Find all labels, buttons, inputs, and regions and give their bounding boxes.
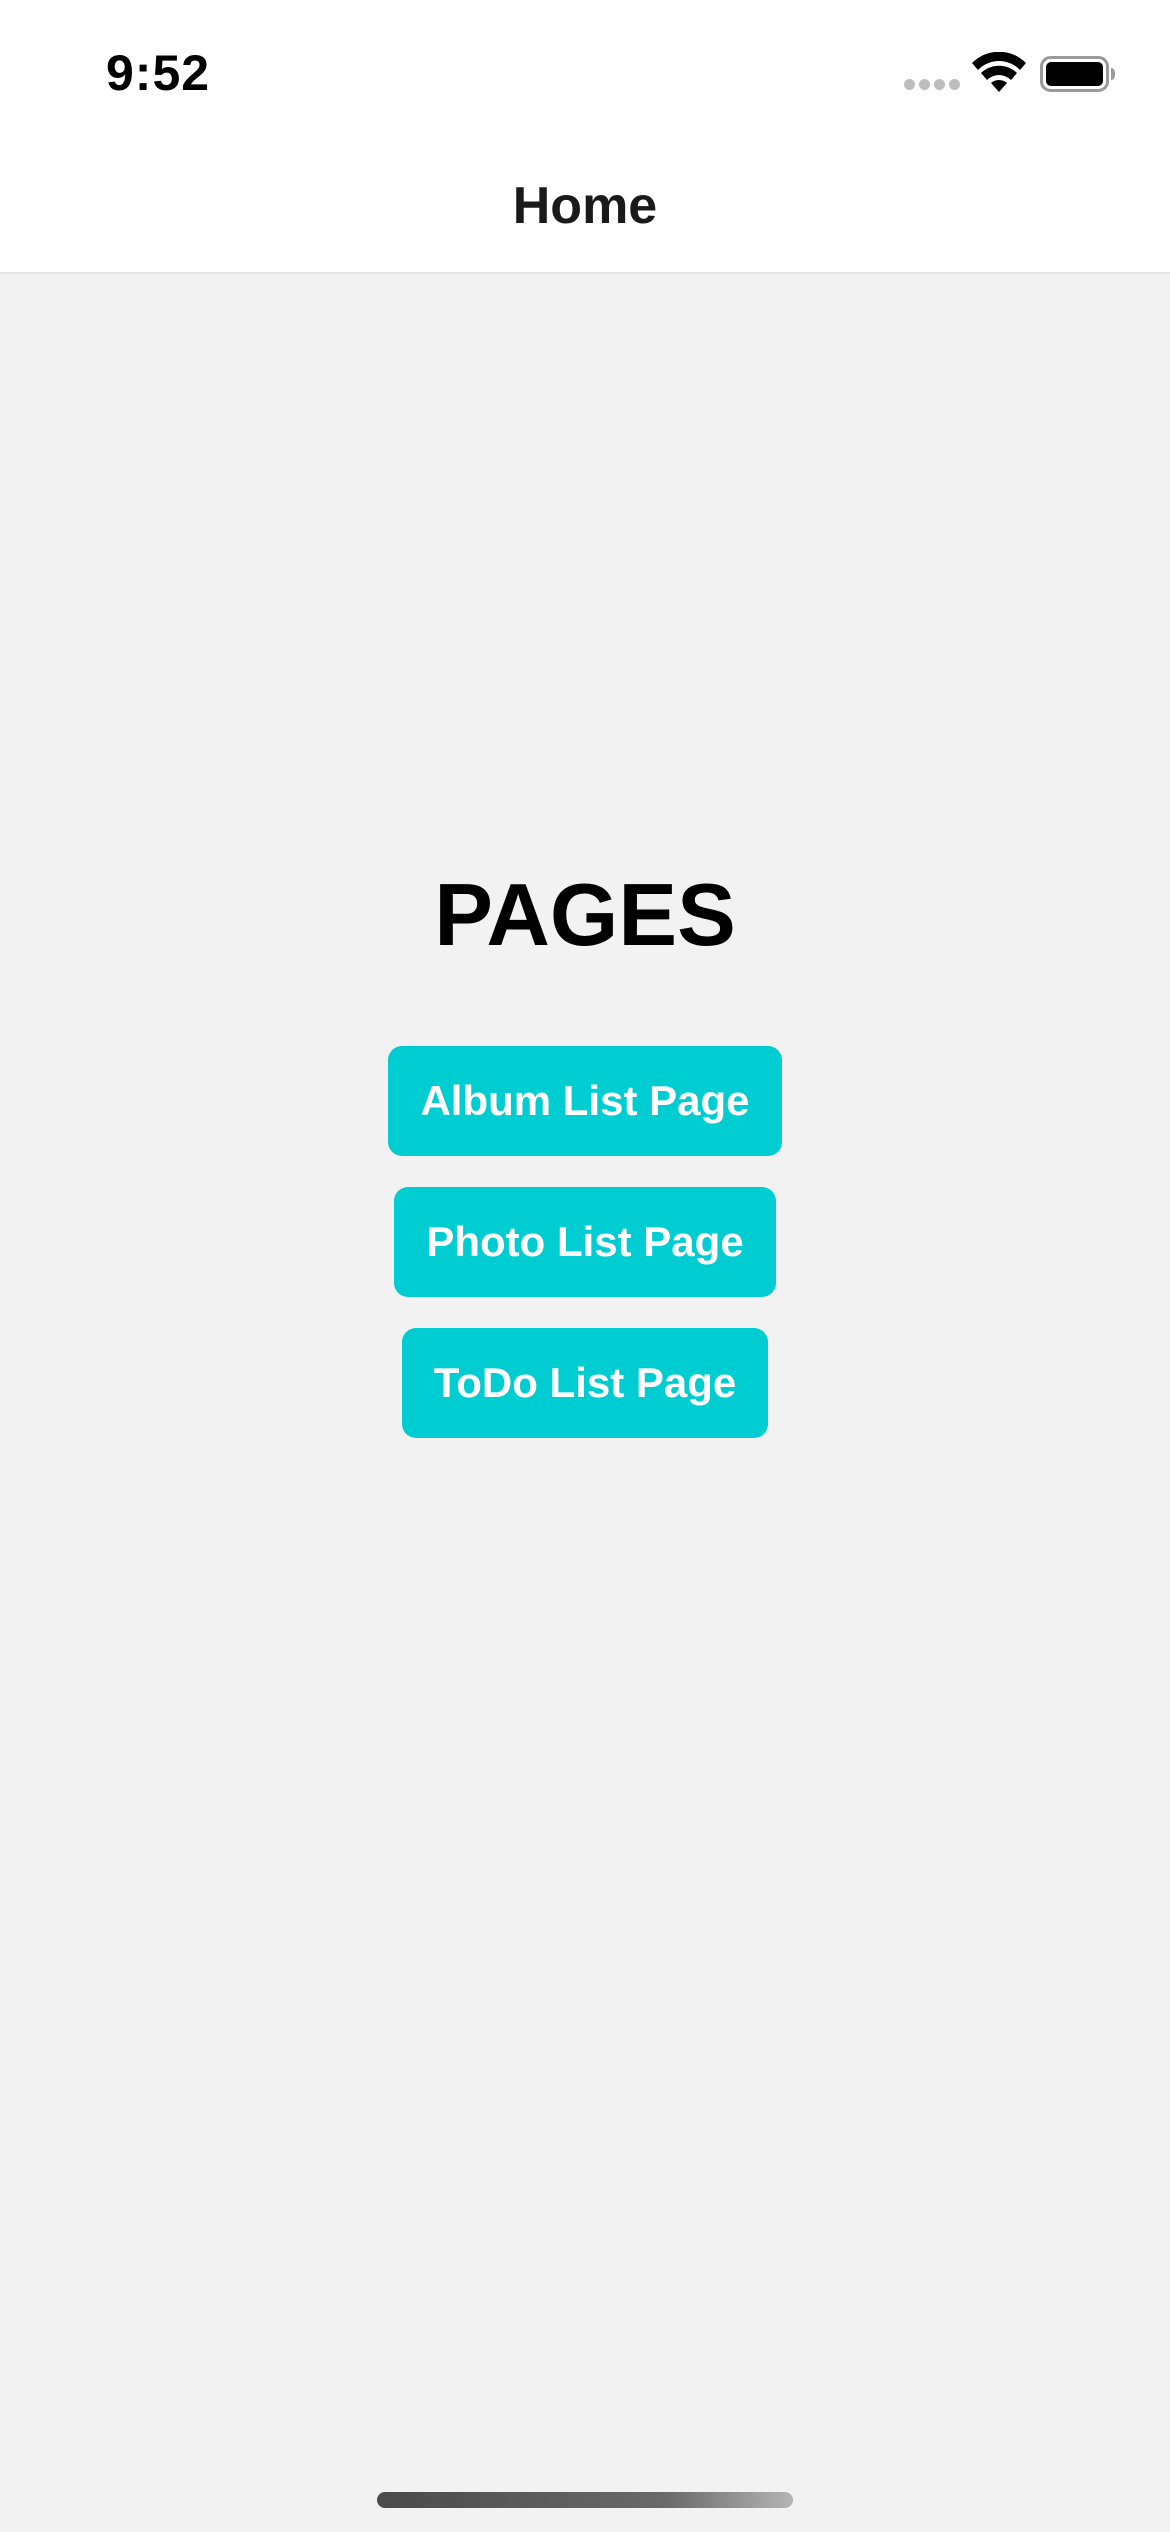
pages-heading: PAGES bbox=[434, 865, 736, 964]
page-title: Home bbox=[512, 177, 658, 235]
wifi-icon bbox=[972, 52, 1026, 92]
home-indicator[interactable] bbox=[377, 2492, 793, 2508]
top-bar: 9:52 Home bbox=[0, 0, 1170, 274]
album-list-page-button[interactable]: Album List Page bbox=[388, 1046, 782, 1156]
todo-list-page-button[interactable]: ToDo List Page bbox=[402, 1328, 768, 1438]
status-bar: 9:52 bbox=[0, 0, 1170, 140]
status-time: 9:52 bbox=[106, 45, 211, 101]
cellular-signal-icon bbox=[904, 79, 960, 93]
battery-icon bbox=[1040, 56, 1115, 92]
photo-list-page-button[interactable]: Photo List Page bbox=[394, 1187, 776, 1297]
